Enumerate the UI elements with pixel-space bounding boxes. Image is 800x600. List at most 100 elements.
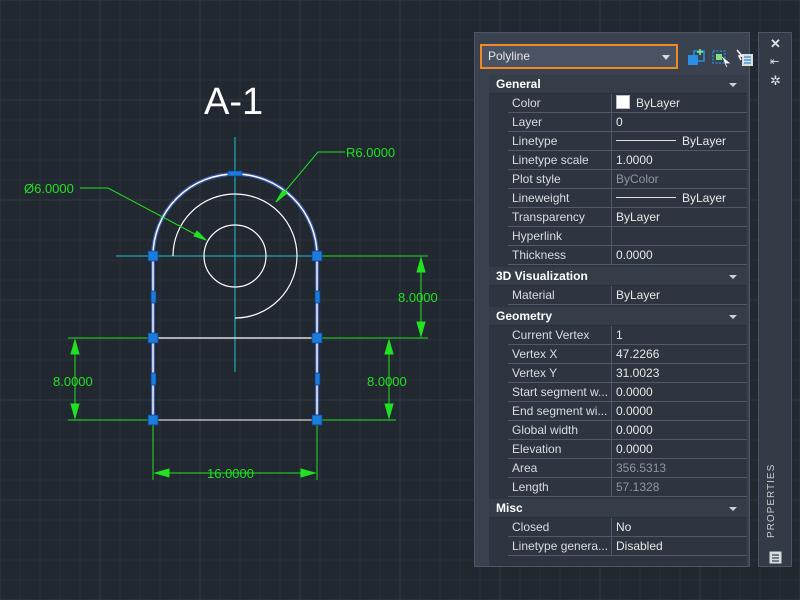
object-type-dropdown[interactable]: Polyline bbox=[480, 44, 678, 69]
property-row-thickness[interactable]: Thickness 0.0000 bbox=[508, 246, 747, 265]
property-row-length[interactable]: Length 57.1328 bbox=[508, 478, 747, 497]
property-name: Length bbox=[508, 478, 612, 496]
property-name: Color bbox=[508, 94, 612, 112]
property-grid: General Color ByLayer Layer 0 Linetype ByLayer… bbox=[489, 75, 747, 566]
property-name: Thickness bbox=[508, 246, 612, 264]
section-header-3d-visualization[interactable]: 3D Visualization bbox=[489, 267, 747, 286]
property-row-area[interactable]: Area 356.5313 bbox=[508, 459, 747, 478]
property-name: Closed bbox=[508, 518, 612, 536]
chevron-down-icon[interactable] bbox=[729, 83, 737, 87]
chevron-down-icon[interactable] bbox=[729, 315, 737, 319]
property-value[interactable]: 356.5313 bbox=[616, 459, 746, 477]
line-sample-icon bbox=[616, 197, 676, 198]
palette-properties-icon[interactable] bbox=[769, 551, 782, 564]
diameter-dim-text: Ø6.0000 bbox=[24, 181, 74, 196]
property-value[interactable]: 0.0000 bbox=[616, 383, 746, 401]
property-value[interactable]: ByLayer bbox=[616, 286, 746, 304]
property-value[interactable]: 0.0000 bbox=[616, 421, 746, 439]
property-row-global-width[interactable]: Global width 0.0000 bbox=[508, 421, 747, 440]
property-row-layer[interactable]: Layer 0 bbox=[508, 113, 747, 132]
property-row-vertex-y[interactable]: Vertex Y 31.0023 bbox=[508, 364, 747, 383]
property-row-vertex-x[interactable]: Vertex X 47.2266 bbox=[508, 345, 747, 364]
property-row-end-segment-wi[interactable]: End segment wi... 0.0000 bbox=[508, 402, 747, 421]
property-row-start-segment-w[interactable]: Start segment w... 0.0000 bbox=[508, 383, 747, 402]
property-row-lineweight[interactable]: Lineweight ByLayer bbox=[508, 189, 747, 208]
property-value[interactable]: ByLayer bbox=[616, 94, 746, 112]
property-name: Start segment w... bbox=[508, 383, 612, 401]
grip-vertex bbox=[311, 250, 323, 262]
property-name: Hyperlink bbox=[508, 227, 612, 245]
grip-vertex bbox=[147, 332, 159, 344]
property-row-linetype[interactable]: Linetype ByLayer bbox=[508, 132, 747, 151]
property-row-transparency[interactable]: Transparency ByLayer bbox=[508, 208, 747, 227]
property-name: Current Vertex bbox=[508, 326, 612, 344]
property-name: Linetype genera... bbox=[508, 537, 612, 555]
property-name: Plot style bbox=[508, 170, 612, 188]
grip-midpoint bbox=[314, 290, 321, 304]
grip-vertex bbox=[311, 332, 323, 344]
property-value[interactable]: 47.2266 bbox=[616, 345, 746, 363]
property-row-current-vertex[interactable]: Current Vertex 1 bbox=[508, 326, 747, 345]
property-value[interactable] bbox=[616, 227, 746, 245]
property-value[interactable]: Disabled bbox=[616, 537, 746, 555]
property-value-text: ByLayer bbox=[636, 96, 681, 110]
section-title: Geometry bbox=[496, 309, 553, 323]
property-value-text: 31.0023 bbox=[616, 366, 660, 380]
property-value[interactable]: 1 bbox=[616, 326, 746, 344]
property-value[interactable]: 0.0000 bbox=[616, 402, 746, 420]
palette-side-label: PROPERTIES bbox=[766, 463, 777, 538]
property-value-text: 0.0000 bbox=[616, 404, 653, 418]
property-row-material[interactable]: Material ByLayer bbox=[508, 286, 747, 305]
toggle-pickadd-icon[interactable] bbox=[735, 49, 755, 67]
section-title: 3D Visualization bbox=[496, 269, 588, 283]
property-row-linetype-genera[interactable]: Linetype genera... Disabled bbox=[508, 537, 747, 556]
diameter-leader bbox=[80, 187, 207, 241]
property-value[interactable]: ByLayer bbox=[616, 189, 746, 207]
left-lower-dim-text: 8.0000 bbox=[53, 374, 93, 389]
property-value[interactable]: ByColor bbox=[616, 170, 746, 188]
property-value-text: 57.1328 bbox=[616, 480, 660, 494]
property-name: Transparency bbox=[508, 208, 612, 226]
grip-vertex bbox=[147, 414, 159, 426]
grip-midpoint bbox=[150, 290, 157, 304]
gear-icon[interactable]: ✲ bbox=[770, 73, 781, 89]
property-value-text: 0.0000 bbox=[616, 385, 653, 399]
grip-vertex bbox=[147, 250, 159, 262]
property-value[interactable]: ByLayer bbox=[616, 208, 746, 226]
property-value[interactable]: ByLayer bbox=[616, 132, 746, 150]
line-sample-icon bbox=[616, 140, 676, 141]
property-name: Global width bbox=[508, 421, 612, 439]
property-value[interactable]: 1.0000 bbox=[616, 151, 746, 169]
select-objects-icon[interactable] bbox=[711, 49, 731, 67]
property-name: Layer bbox=[508, 113, 612, 131]
color-swatch-icon bbox=[616, 95, 630, 109]
property-value[interactable]: 31.0023 bbox=[616, 364, 746, 382]
quick-select-icon[interactable] bbox=[687, 49, 707, 67]
section-header-misc[interactable]: Misc bbox=[489, 499, 747, 518]
right-lower-dim-text: 8.0000 bbox=[367, 374, 407, 389]
property-row-hyperlink[interactable]: Hyperlink bbox=[508, 227, 747, 246]
property-row-plot-style[interactable]: Plot style ByColor bbox=[508, 170, 747, 189]
property-value[interactable]: 0.0000 bbox=[616, 246, 746, 264]
section-header-general[interactable]: General bbox=[489, 75, 747, 94]
property-row-linetype-scale[interactable]: Linetype scale 1.0000 bbox=[508, 151, 747, 170]
chevron-down-icon[interactable] bbox=[729, 507, 737, 511]
property-value[interactable]: 57.1328 bbox=[616, 478, 746, 496]
section-header-geometry[interactable]: Geometry bbox=[489, 307, 747, 326]
property-value[interactable]: 0 bbox=[616, 113, 746, 131]
property-row-closed[interactable]: Closed No bbox=[508, 518, 747, 537]
chevron-down-icon[interactable] bbox=[662, 55, 670, 60]
property-name: Lineweight bbox=[508, 189, 612, 207]
property-value[interactable]: 0.0000 bbox=[616, 440, 746, 458]
dimensions bbox=[68, 151, 428, 480]
property-row-color[interactable]: Color ByLayer bbox=[508, 94, 747, 113]
auto-hide-icon[interactable]: ⇤ bbox=[770, 55, 779, 68]
property-value-text: No bbox=[616, 520, 632, 534]
close-icon[interactable]: ✕ bbox=[770, 36, 781, 52]
chevron-down-icon[interactable] bbox=[729, 275, 737, 279]
property-name: Vertex X bbox=[508, 345, 612, 363]
dimension-texts: R6.0000 Ø6.0000 8.0000 8.0000 8.0000 16.… bbox=[24, 145, 438, 481]
property-value[interactable]: No bbox=[616, 518, 746, 536]
property-value-text: ByLayer bbox=[616, 288, 661, 302]
property-row-elevation[interactable]: Elevation 0.0000 bbox=[508, 440, 747, 459]
